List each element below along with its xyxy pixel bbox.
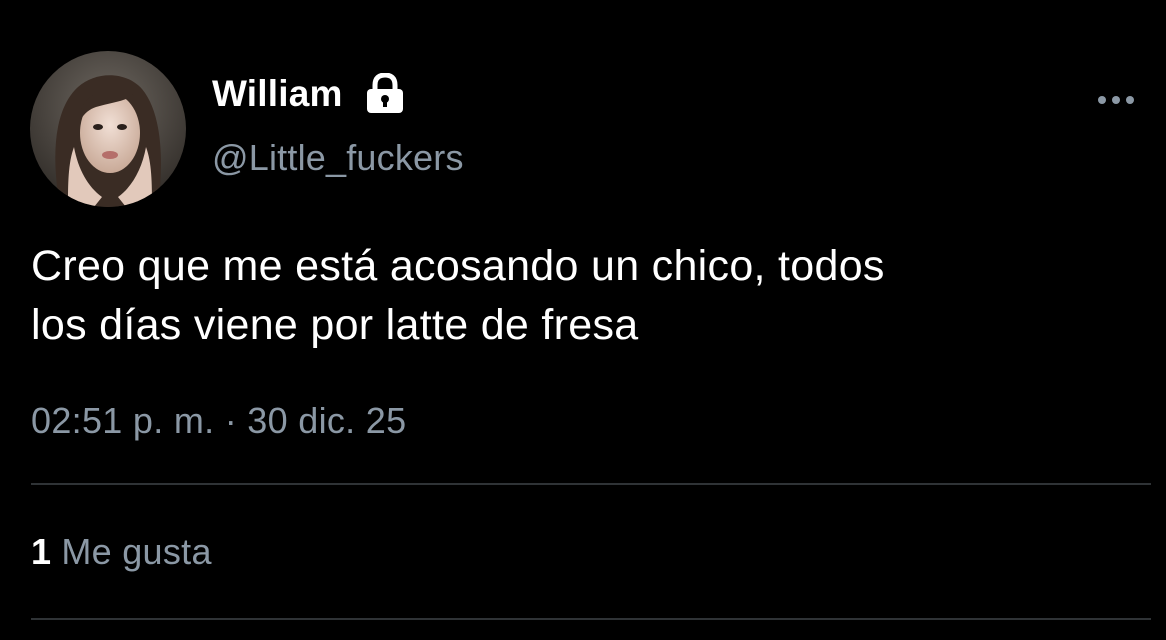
tweet-text: Creo que me está acosando un chico, todo…	[31, 242, 885, 349]
divider	[31, 483, 1151, 485]
author-name-row: William	[212, 70, 407, 118]
avatar[interactable]	[30, 51, 186, 207]
author-display-name[interactable]: William	[212, 73, 343, 115]
likes-count: 1	[31, 531, 52, 572]
profile-photo-icon	[30, 51, 186, 207]
more-horizontal-icon[interactable]	[1096, 88, 1136, 112]
likes-row[interactable]: 1 Me gusta	[31, 531, 212, 573]
lock-icon	[363, 72, 407, 115]
divider	[31, 618, 1151, 620]
author-handle[interactable]: @Little_fuckers	[212, 137, 464, 179]
tweet-timestamp[interactable]: 02:51 p. m. · 30 dic. 25	[31, 400, 406, 442]
likes-label: Me gusta	[61, 531, 212, 572]
tweet-card: William @Little_fuckers Creo que me está…	[0, 0, 1166, 640]
